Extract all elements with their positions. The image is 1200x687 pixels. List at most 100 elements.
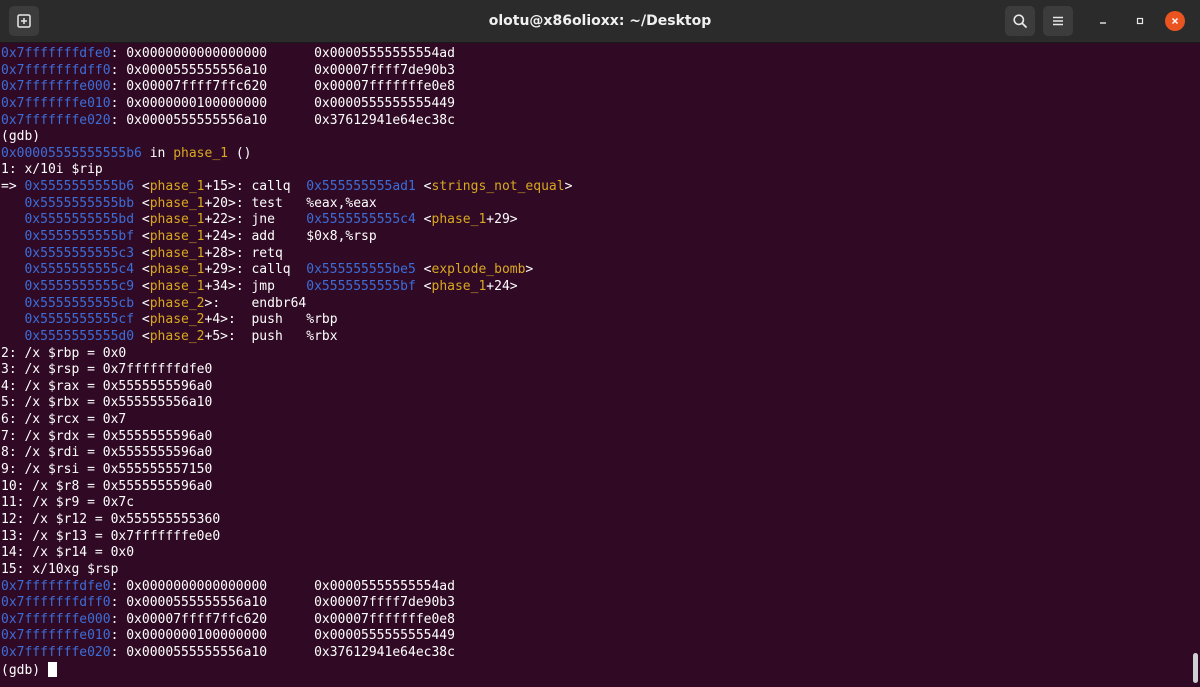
terminal-output[interactable]: 0x7fffffffdfe0: 0x0000000000000000 0x000… [0, 43, 1200, 687]
terminal-line: 12: /x $r12 = 0x555555555360 [1, 512, 1200, 529]
text-cursor [47, 661, 57, 677]
terminal-line: 6: /x $rcx = 0x7 [1, 412, 1200, 429]
terminal-window: olotu@x86olioxx: ~/Desktop 0x7fffffffdfe… [0, 0, 1200, 687]
terminal-line: 9: /x $rsi = 0x555555557150 [1, 462, 1200, 479]
output-text: < [415, 278, 432, 294]
address-text: 0x7fffffffdff0 [1, 62, 111, 78]
function-name: phase_1 [431, 278, 487, 294]
output-text: < [134, 229, 150, 245]
output-text: +24> [486, 278, 518, 294]
address-text: 0x555555555ad1 [306, 179, 416, 195]
terminal-line: 15: x/10xg $rsp [1, 562, 1200, 579]
terminal-line: 0x7fffffffdff0: 0x0000555555556a10 0x000… [1, 595, 1200, 612]
title-bar[interactable]: olotu@x86olioxx: ~/Desktop [0, 0, 1200, 43]
output-text: +22>: jne [204, 212, 307, 228]
output-text: : 0x0000555555556a10 0x37612941e64ec38c [110, 112, 455, 128]
terminal-line: 2: /x $rbp = 0x0 [1, 346, 1200, 363]
output-text: > [525, 262, 534, 278]
output-text: < [134, 262, 150, 278]
minimize-button[interactable] [1093, 11, 1113, 31]
maximize-button[interactable] [1130, 11, 1150, 31]
function-name: strings_not_equal [431, 179, 565, 195]
address-text: 0x5555555555bd [24, 212, 135, 228]
output-text: 4: /x $rax = 0x5555555596a0 [1, 378, 213, 394]
output-text: < [134, 312, 150, 328]
output-text: +34>: jmp [204, 278, 307, 294]
address-text: 0x5555555555c9 [24, 278, 135, 294]
output-text: 9: /x $rsi = 0x555555557150 [1, 462, 213, 478]
search-icon [1013, 14, 1027, 28]
output-text: +29>: callq [204, 262, 307, 278]
address-text: 0x7fffffffdfe0 [1, 578, 111, 594]
output-text: : 0x0000555555556a10 0x37612941e64ec38c [110, 645, 455, 661]
terminal-line: 14: /x $r14 = 0x0 [1, 545, 1200, 562]
address-text: 0x5555555555c3 [24, 245, 135, 261]
address-text: 0x5555555555cf [24, 312, 135, 328]
close-icon [1172, 18, 1178, 24]
terminal-line: 10: /x $r8 = 0x5555555596a0 [1, 479, 1200, 496]
terminal-line: 5: /x $rbx = 0x555555556a10 [1, 395, 1200, 412]
close-button[interactable] [1165, 11, 1185, 31]
terminal-line: 11: /x $r9 = 0x7c [1, 495, 1200, 512]
terminal-line: 0x5555555555cb <phase_2>: endbr64 [1, 296, 1200, 313]
output-text: < [415, 262, 432, 278]
menu-button[interactable] [1043, 6, 1073, 36]
address-text: 0x5555555555c4 [306, 212, 416, 228]
scrollbar-thumb[interactable] [1193, 653, 1198, 683]
new-tab-icon [17, 14, 31, 28]
function-name: phase_1 [149, 195, 205, 211]
output-text: +29> [486, 212, 518, 228]
terminal-line: 0x5555555555d0 <phase_2+5>: push %rbx [1, 329, 1200, 346]
output-text: 14: /x $r14 = 0x0 [1, 545, 135, 561]
address-text: 0x555555555be5 [306, 262, 416, 278]
output-text: in [141, 145, 174, 161]
function-name: phase_1 [149, 245, 205, 261]
function-name: phase_2 [149, 328, 205, 344]
output-text: < [415, 212, 432, 228]
new-tab-button[interactable] [9, 6, 39, 36]
address-text: 0x7fffffffe010 [1, 628, 111, 644]
search-button[interactable] [1005, 6, 1035, 36]
output-text: +5>: push %rbx [204, 328, 338, 344]
terminal-line: 0x00005555555555b6 in phase_1 () [1, 146, 1200, 163]
address-text: 0x5555555555cb [24, 295, 135, 311]
output-text: 3: /x $rsp = 0x7fffffffdfe0 [1, 362, 213, 378]
terminal-line: 0x5555555555c9 <phase_1+34>: jmp 0x55555… [1, 279, 1200, 296]
terminal-line: 0x7fffffffe000: 0x00007ffff7ffc620 0x000… [1, 612, 1200, 629]
function-name: phase_1 [149, 212, 205, 228]
function-name: phase_1 [149, 278, 205, 294]
output-text: : 0x0000000100000000 0x0000555555555449 [110, 628, 455, 644]
terminal-line: 0x7fffffffdfe0: 0x0000000000000000 0x000… [1, 46, 1200, 63]
output-text: > [564, 179, 573, 195]
output-text: 5: /x $rbx = 0x555555556a10 [1, 395, 213, 411]
terminal-line: 0x7fffffffe010: 0x0000000100000000 0x000… [1, 96, 1200, 113]
terminal-line: 7: /x $rdx = 0x5555555596a0 [1, 429, 1200, 446]
output-text: >: endbr64 [204, 295, 307, 311]
output-text: < [134, 278, 150, 294]
terminal-line: 0x7fffffffe020: 0x0000555555556a10 0x376… [1, 113, 1200, 130]
output-text: +15>: callq [204, 179, 307, 195]
terminal-line: 0x7fffffffdff0: 0x0000555555556a10 0x000… [1, 63, 1200, 80]
terminal-line: 0x7fffffffdfe0: 0x0000000000000000 0x000… [1, 579, 1200, 596]
output-text: : 0x00007ffff7ffc620 0x00007fffffffe0e8 [110, 611, 455, 627]
terminal-lines: 0x7fffffffdfe0: 0x0000000000000000 0x000… [1, 46, 1200, 662]
terminal-line: 0x5555555555c4 <phase_1+29>: callq 0x555… [1, 262, 1200, 279]
address-text: 0x7fffffffdfe0 [1, 46, 111, 61]
output-text: : 0x0000000000000000 0x00005555555554ad [110, 46, 455, 61]
function-name: explode_bomb [431, 262, 526, 278]
output-text: 15: x/10xg $rsp [1, 561, 119, 577]
terminal-line: 0x5555555555bd < phase_1+22>: jne 0x55555… [1, 212, 1200, 229]
terminal-line: 0x5555555555bf <phase_1+24>: add $0x8,%r… [1, 229, 1200, 246]
gdb-prompt-line[interactable]: (gdb) [1, 661, 1200, 679]
terminal-line: 0x7fffffffe020: 0x0000555555556a10 0x376… [1, 645, 1200, 662]
output-text: < [134, 195, 150, 211]
output-text: +28>: retq [204, 245, 283, 261]
function-name: phase_1 [149, 179, 205, 195]
